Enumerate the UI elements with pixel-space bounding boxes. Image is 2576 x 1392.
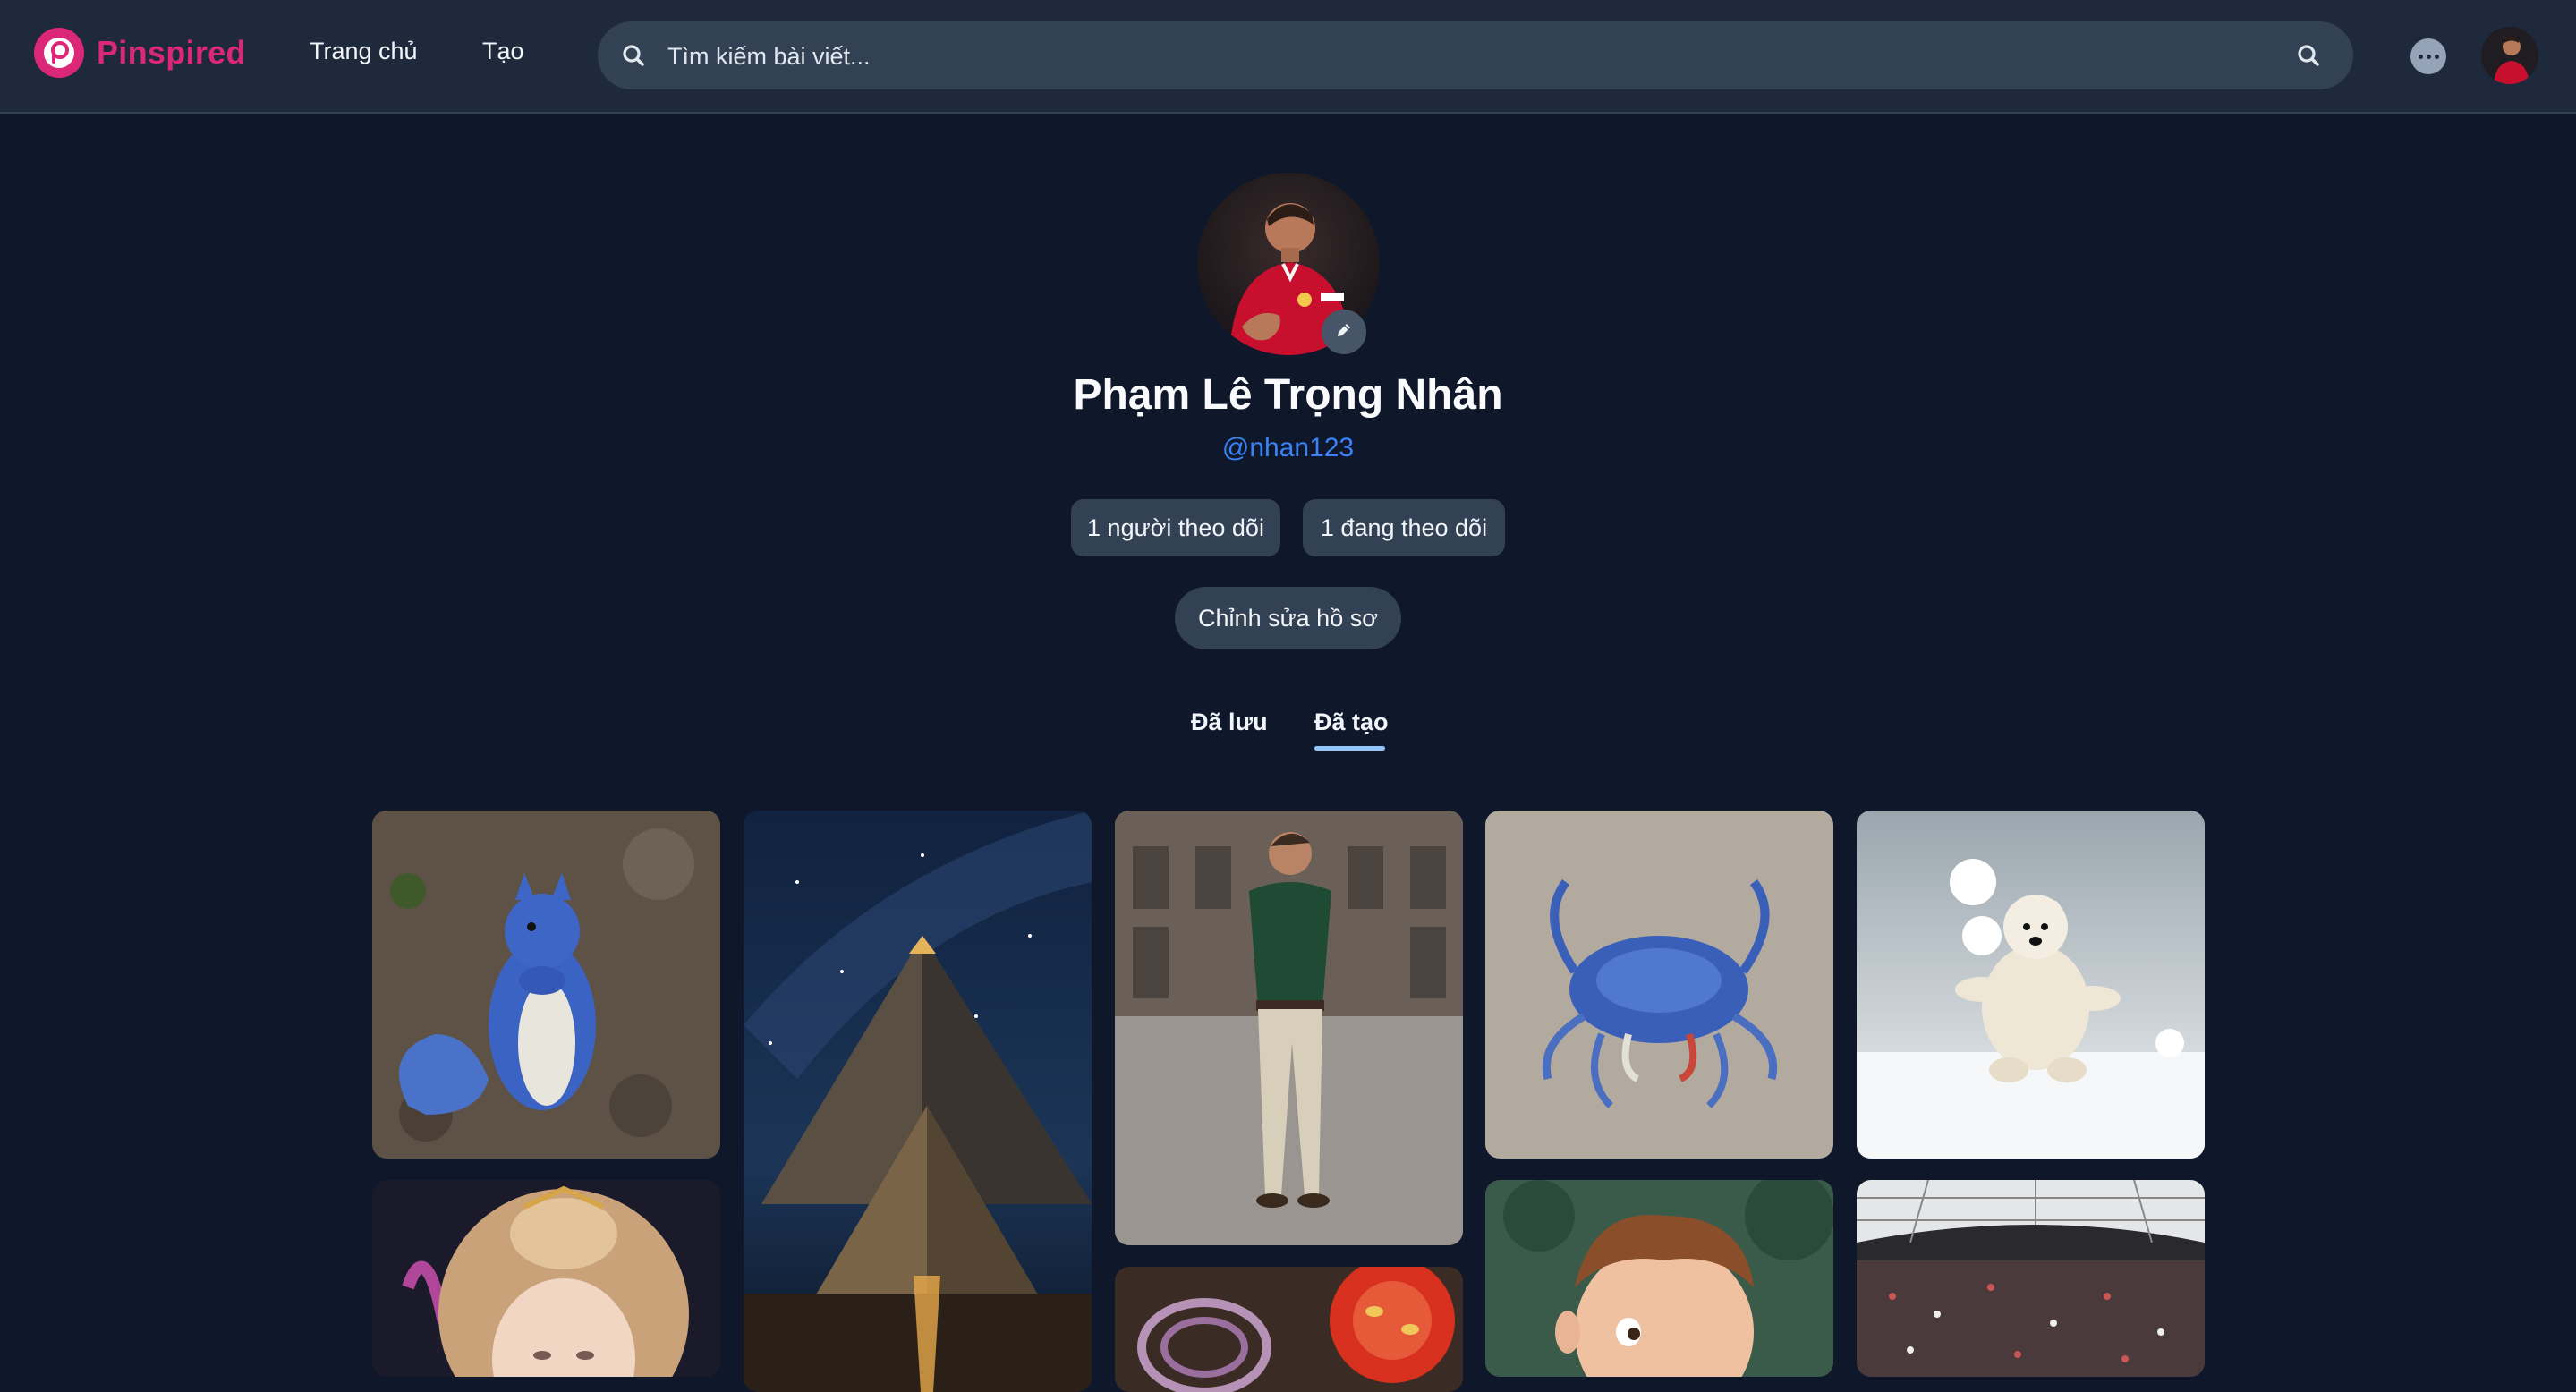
- pin-image-blue-crab: [1485, 811, 1833, 1159]
- pinspired-logo-icon: [34, 28, 84, 78]
- pin-card[interactable]: [1485, 1180, 1833, 1377]
- pin-image-onion-tomato: [1115, 1267, 1463, 1392]
- pin-card[interactable]: [372, 811, 720, 1159]
- logo-link[interactable]: Pinspired: [34, 28, 246, 78]
- search-icon: [621, 43, 646, 72]
- search-input[interactable]: [666, 30, 2244, 82]
- search-bar: [598, 21, 2353, 89]
- edit-profile-button[interactable]: Chỉnh sửa hồ sơ: [1175, 587, 1401, 649]
- pin-image-cartoon-boy: [1485, 1180, 1833, 1377]
- pin-image-stadium: [1857, 1180, 2205, 1377]
- tab-saved[interactable]: Đã lưu: [1191, 709, 1268, 736]
- pin-image-illustrated-girl: [372, 1180, 720, 1377]
- followers-button[interactable]: 1 người theo dõi: [1071, 499, 1280, 556]
- pin-card[interactable]: [1857, 1180, 2205, 1377]
- pin-image-man-walking: [1115, 811, 1463, 1245]
- pin-image-polar-bear: [1857, 811, 2205, 1159]
- search-submit-icon[interactable]: [2296, 43, 2321, 72]
- logo-text: Pinspired: [97, 34, 246, 71]
- pin-card[interactable]: [1857, 811, 2205, 1159]
- pin-card[interactable]: [1115, 811, 1463, 1245]
- profile-name: Phạm Lê Trọng Nhân: [1073, 371, 1503, 419]
- pencil-icon: [1334, 320, 1354, 344]
- pin-card[interactable]: [744, 811, 1092, 1392]
- user-avatar[interactable]: [2481, 27, 2538, 84]
- tab-created[interactable]: Đã tạo: [1314, 709, 1389, 736]
- pin-card[interactable]: [1485, 811, 1833, 1159]
- pin-image-blue-squirrel: [372, 811, 720, 1159]
- pin-card[interactable]: [1115, 1267, 1463, 1392]
- pin-card[interactable]: [372, 1180, 720, 1377]
- following-button[interactable]: 1 đang theo dõi: [1303, 499, 1505, 556]
- nav-create[interactable]: Tạo: [482, 38, 524, 65]
- pin-image-pyramids: [744, 811, 1092, 1392]
- top-navbar: Pinspired Trang chủ Tạo: [0, 0, 2576, 114]
- active-tab-indicator: [1314, 746, 1385, 751]
- nav-home[interactable]: Trang chủ: [310, 38, 418, 65]
- chat-bubble-icon[interactable]: [2410, 38, 2446, 74]
- edit-avatar-button[interactable]: [1322, 310, 1366, 354]
- profile-handle: @nhan123: [1221, 433, 1355, 463]
